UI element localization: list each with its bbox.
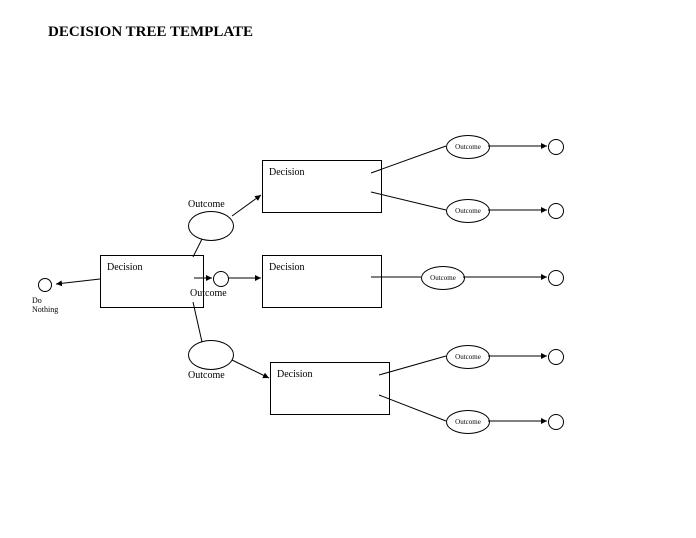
- terminal-do-nothing: [38, 278, 52, 292]
- outcome-b-label: Outcome: [430, 274, 456, 282]
- terminal-c2: [548, 414, 564, 430]
- decision-a-label: Decision: [269, 167, 305, 178]
- outcome-mid-circle: [213, 271, 229, 287]
- terminal-c1: [548, 349, 564, 365]
- terminal-a1: [548, 139, 564, 155]
- decision-c: Decision: [270, 362, 390, 415]
- outcome-top: [188, 211, 234, 241]
- terminal-b: [548, 270, 564, 286]
- decision-root: Decision: [100, 255, 204, 308]
- outcome-a2-label: Outcome: [455, 207, 481, 215]
- outcome-a1: Outcome: [446, 135, 490, 159]
- decision-c-label: Decision: [277, 369, 313, 380]
- terminal-do-nothing-label: Do Nothing: [32, 296, 58, 314]
- outcome-c2-label: Outcome: [455, 418, 481, 426]
- outcome-bottom: [188, 340, 234, 370]
- outcome-a1-label: Outcome: [455, 143, 481, 151]
- outcome-mid-label: Outcome: [190, 288, 227, 299]
- decision-root-label: Decision: [107, 262, 143, 273]
- outcome-b: Outcome: [421, 266, 465, 290]
- decision-b-label: Decision: [269, 262, 305, 273]
- outcome-c1-label: Outcome: [455, 353, 481, 361]
- outcome-c1: Outcome: [446, 345, 490, 369]
- outcome-a2: Outcome: [446, 199, 490, 223]
- decision-b: Decision: [262, 255, 382, 308]
- terminal-a2: [548, 203, 564, 219]
- page-title: DECISION TREE TEMPLATE: [48, 24, 253, 41]
- outcome-bottom-label: Outcome: [188, 370, 225, 381]
- decision-a: Decision: [262, 160, 382, 213]
- outcome-c2: Outcome: [446, 410, 490, 434]
- outcome-top-label: Outcome: [188, 199, 225, 210]
